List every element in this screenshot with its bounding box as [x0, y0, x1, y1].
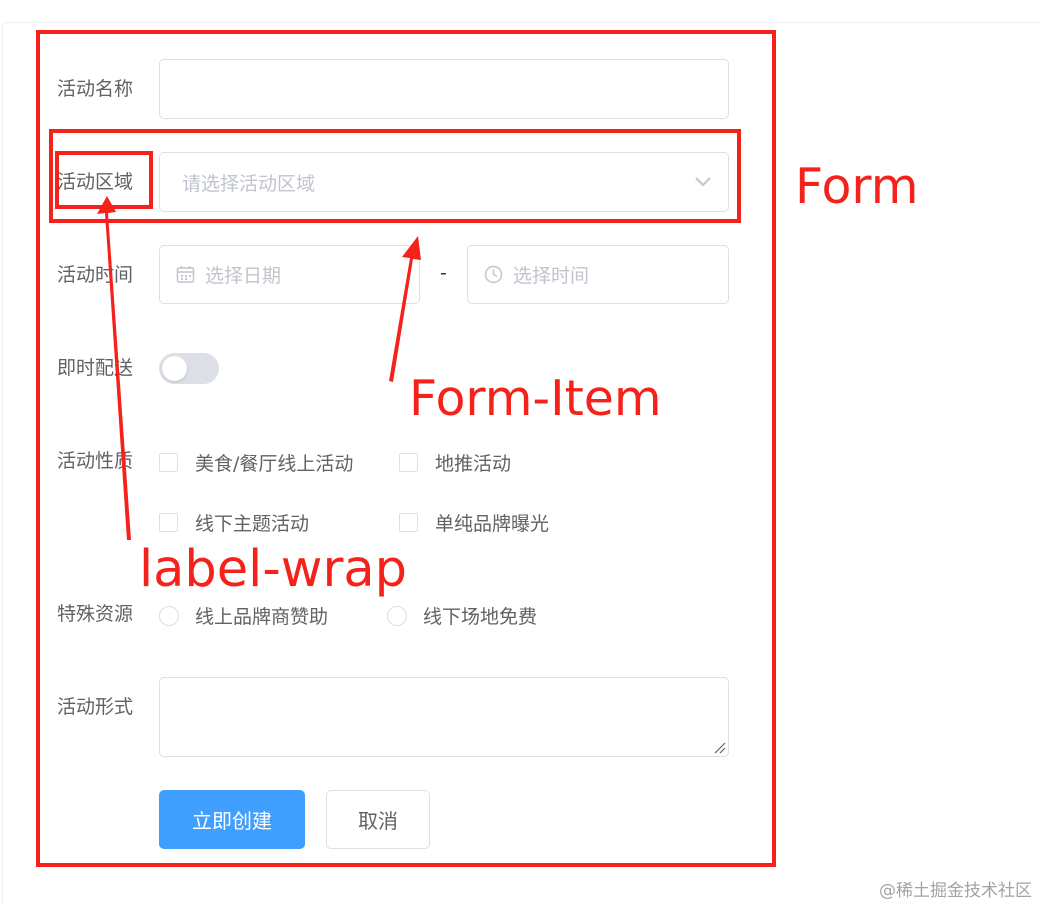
annotation-label-wrap-label: label-wrap [139, 540, 408, 599]
annotation-form-item-label: Form-Item [409, 370, 662, 427]
watermark: @稀土掘金技术社区 [879, 881, 1032, 901]
annotation-form-label: Form [795, 158, 919, 215]
annotation-label-wrap-box [55, 151, 153, 209]
